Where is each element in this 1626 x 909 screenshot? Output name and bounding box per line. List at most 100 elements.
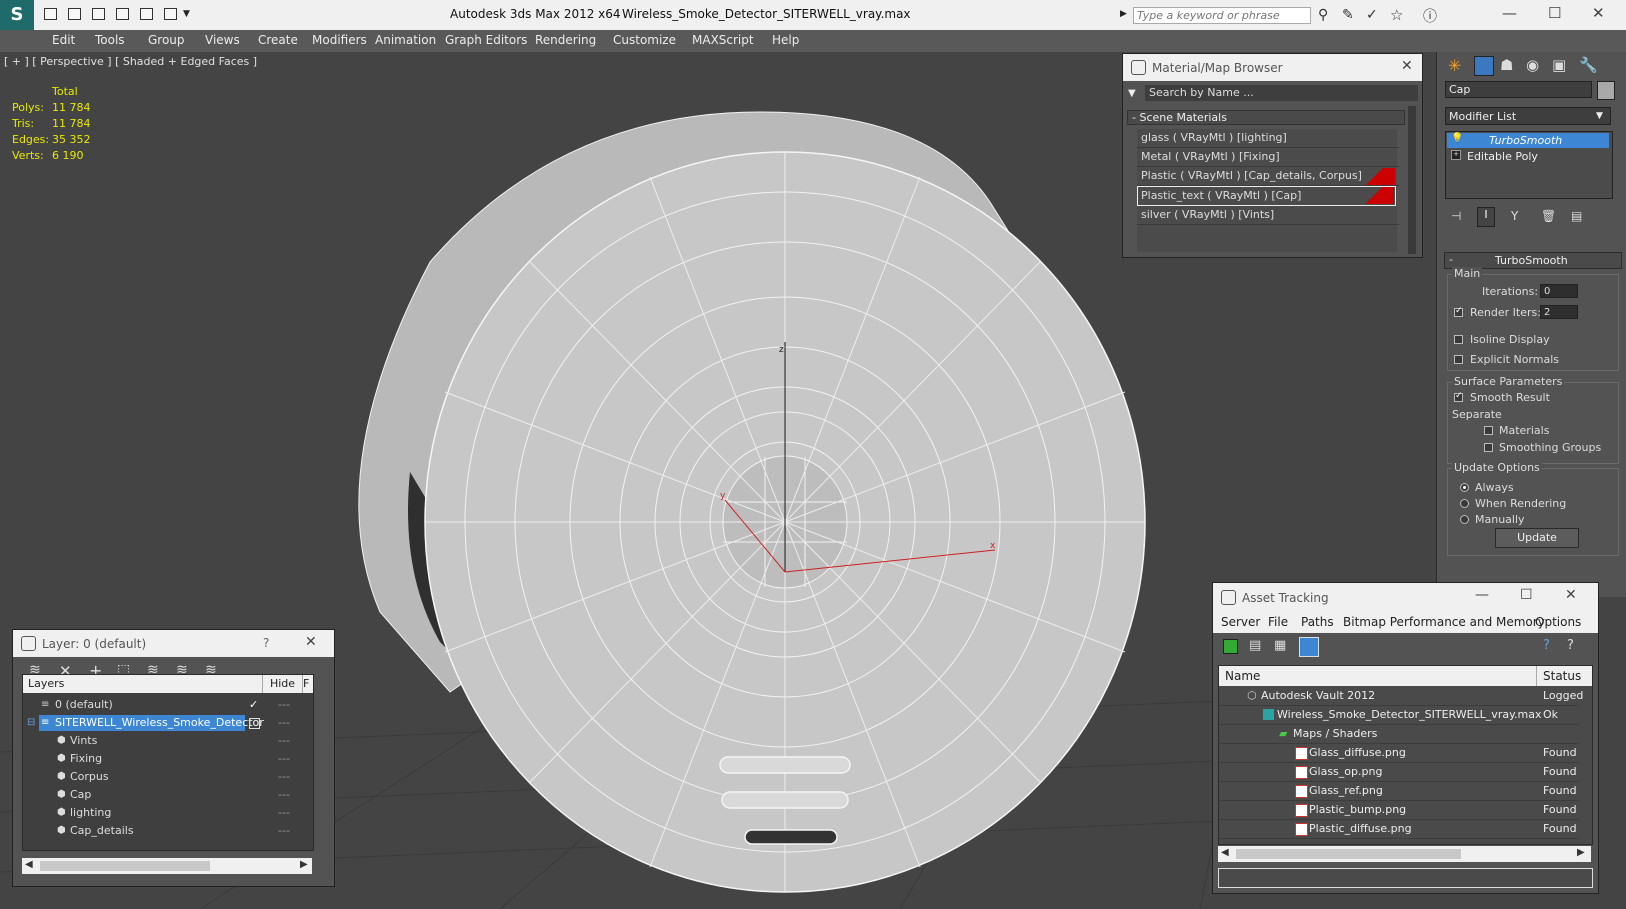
new-icon[interactable] bbox=[92, 8, 105, 20]
subscription-icon[interactable]: ✎ bbox=[1342, 7, 1354, 23]
hide-toggle[interactable]: --- bbox=[278, 822, 290, 840]
object-row[interactable]: ⬢ lighting --- bbox=[23, 804, 311, 822]
isoline-display-checkbox[interactable] bbox=[1454, 335, 1463, 344]
stack-item-turbosmooth[interactable]: 💡 TurboSmooth bbox=[1447, 133, 1609, 148]
scene-materials-header[interactable]: - Scene Materials bbox=[1127, 110, 1405, 125]
menu-group[interactable]: Group bbox=[148, 33, 185, 47]
iterations-spinner[interactable]: 0 bbox=[1540, 284, 1578, 298]
asset-menu-server[interactable]: Server bbox=[1221, 615, 1260, 629]
keyword-search-input[interactable] bbox=[1133, 7, 1311, 24]
asset-row[interactable]: ⬡ Autodesk Vault 2012 Logged bbox=[1219, 687, 1583, 706]
status-column-header[interactable]: Status bbox=[1537, 666, 1592, 686]
name-column-header[interactable]: Name bbox=[1219, 666, 1537, 686]
refresh-icon[interactable] bbox=[1223, 639, 1238, 654]
object-row[interactable]: ⬢ Corpus --- bbox=[23, 768, 311, 786]
stack-item-editable-poly[interactable]: + Editable Poly bbox=[1447, 149, 1609, 164]
scroll-left-icon[interactable]: ◀ bbox=[25, 859, 33, 870]
when-rendering-radio[interactable] bbox=[1460, 499, 1469, 508]
menu-help[interactable]: Help bbox=[772, 33, 799, 47]
hide-toggle[interactable]: --- bbox=[278, 714, 290, 732]
asset-hscrollbar[interactable]: ◀ ▶ bbox=[1218, 846, 1591, 862]
material-item[interactable]: glass ( VRayMtl ) [lighting] bbox=[1137, 129, 1399, 148]
material-search-input[interactable]: Search by Name ... bbox=[1145, 85, 1418, 101]
thumbnail-view-icon[interactable]: ▦ bbox=[1274, 638, 1286, 653]
smoothing-groups-checkbox[interactable] bbox=[1484, 443, 1493, 452]
layer-row-selected[interactable]: ⊟ ≡ SITERWELL_Wireless_Smoke_Detector --… bbox=[23, 714, 311, 732]
asset-row[interactable]: Glass_diffuse.png Found bbox=[1219, 744, 1579, 763]
hide-toggle[interactable]: --- bbox=[278, 696, 290, 714]
open-icon[interactable] bbox=[44, 8, 57, 20]
object-row[interactable]: ⬢ Cap_details --- bbox=[23, 822, 311, 840]
layer-help-button[interactable]: ? bbox=[263, 636, 269, 650]
motion-tab-icon[interactable]: ◉ bbox=[1526, 56, 1539, 74]
modify-tab-icon[interactable] bbox=[1474, 56, 1494, 76]
material-browser-titlebar[interactable]: Material/Map Browser ✕ bbox=[1123, 54, 1422, 81]
show-end-result-icon[interactable]: I bbox=[1477, 207, 1495, 227]
material-browser-close-icon[interactable]: ✕ bbox=[1401, 58, 1413, 74]
hide-toggle[interactable]: --- bbox=[278, 768, 290, 786]
asset-close-button[interactable]: ✕ bbox=[1565, 587, 1577, 603]
menu-customize[interactable]: Customize bbox=[613, 33, 676, 47]
layer-row[interactable]: ≡ 0 (default) ✓ --- bbox=[23, 696, 311, 714]
minimize-button[interactable]: — bbox=[1502, 4, 1517, 22]
app-logo[interactable]: S bbox=[0, 0, 34, 30]
asset-menu-options[interactable]: Options bbox=[1535, 615, 1581, 629]
utilities-tab-icon[interactable]: 🔧 bbox=[1579, 56, 1598, 74]
menu-graph-editors[interactable]: Graph Editors bbox=[445, 33, 527, 47]
menu-edit[interactable]: Edit bbox=[52, 33, 75, 47]
maximize-button[interactable]: ☐ bbox=[1548, 4, 1561, 22]
expand-icon[interactable]: + bbox=[1451, 150, 1461, 160]
object-name-input[interactable]: Cap bbox=[1445, 81, 1592, 98]
modifier-list-dropdown[interactable]: Modifier List ▼ bbox=[1445, 107, 1611, 125]
asset-row[interactable]: Plastic_diffuse.png Found bbox=[1219, 820, 1579, 839]
explicit-normals-checkbox[interactable] bbox=[1454, 355, 1463, 364]
object-row[interactable]: ⬢ Fixing --- bbox=[23, 750, 311, 768]
always-radio[interactable] bbox=[1460, 483, 1469, 492]
redo-icon[interactable] bbox=[164, 8, 177, 20]
asset-row[interactable]: Plastic_bump.png Found bbox=[1219, 801, 1579, 820]
make-unique-icon[interactable]: Y bbox=[1511, 209, 1518, 223]
menu-rendering[interactable]: Rendering bbox=[535, 33, 596, 47]
material-browser-menu-icon[interactable]: ▼ bbox=[1128, 88, 1136, 99]
layers-column-header[interactable]: Layers bbox=[23, 675, 263, 693]
search-arrow-icon[interactable]: ▶ bbox=[1120, 9, 1127, 19]
current-layer-box[interactable] bbox=[249, 718, 260, 729]
help-icon[interactable]: ⓘ bbox=[1423, 6, 1437, 26]
configure-modifier-sets-icon[interactable]: ▤ bbox=[1571, 209, 1582, 223]
asset-menu-file[interactable]: File bbox=[1268, 615, 1288, 629]
pin-stack-icon[interactable]: ⊣ bbox=[1451, 209, 1461, 223]
viewport-label[interactable]: [ + ] [ Perspective ] [ Shaded + Edged F… bbox=[4, 55, 257, 68]
table-view-icon[interactable] bbox=[1299, 637, 1319, 657]
save-icon[interactable] bbox=[68, 8, 81, 20]
communication-icon[interactable]: ✓ bbox=[1366, 7, 1378, 23]
current-layer-check-icon[interactable]: ✓ bbox=[249, 696, 258, 714]
scroll-thumb[interactable] bbox=[1236, 849, 1461, 859]
scroll-left-icon[interactable]: ◀ bbox=[1221, 847, 1229, 858]
render-iters-checkbox[interactable] bbox=[1454, 306, 1463, 317]
scroll-right-icon[interactable]: ▶ bbox=[1577, 847, 1585, 858]
layer-close-button[interactable]: ✕ bbox=[305, 634, 317, 650]
asset-row[interactable]: Glass_op.png Found bbox=[1219, 763, 1579, 782]
remove-modifier-icon[interactable]: 🗑 bbox=[1541, 209, 1556, 223]
scroll-right-icon[interactable]: ▶ bbox=[300, 859, 308, 870]
display-tab-icon[interactable]: ▣ bbox=[1552, 56, 1566, 74]
asset-maximize-button[interactable]: ☐ bbox=[1520, 587, 1533, 603]
object-row[interactable]: ⬢ Cap --- bbox=[23, 786, 311, 804]
hide-toggle[interactable]: --- bbox=[278, 732, 290, 750]
smooth-result-checkbox[interactable] bbox=[1454, 391, 1463, 402]
asset-path-field[interactable] bbox=[1218, 868, 1593, 888]
asset-minimize-button[interactable]: — bbox=[1475, 587, 1489, 603]
layer-hscrollbar[interactable]: ◀ ▶ bbox=[22, 858, 312, 874]
freeze-column-header[interactable]: F bbox=[303, 675, 313, 693]
hide-toggle[interactable]: --- bbox=[278, 804, 290, 822]
hide-toggle[interactable]: --- bbox=[278, 786, 290, 804]
binoculars-icon[interactable]: ⚲ bbox=[1318, 7, 1328, 23]
material-browser-scrollbar[interactable] bbox=[1408, 106, 1416, 254]
menu-create[interactable]: Create bbox=[258, 33, 298, 47]
asset-tracking-titlebar[interactable]: Asset Tracking — ☐ ✕ bbox=[1213, 583, 1598, 611]
manually-radio[interactable] bbox=[1460, 515, 1469, 524]
menu-tools[interactable]: Tools bbox=[95, 33, 125, 47]
options-help-icon[interactable]: ? bbox=[1567, 638, 1574, 653]
asset-row[interactable]: ▰ Maps / Shaders bbox=[1219, 725, 1579, 744]
update-button[interactable]: Update bbox=[1495, 528, 1579, 548]
